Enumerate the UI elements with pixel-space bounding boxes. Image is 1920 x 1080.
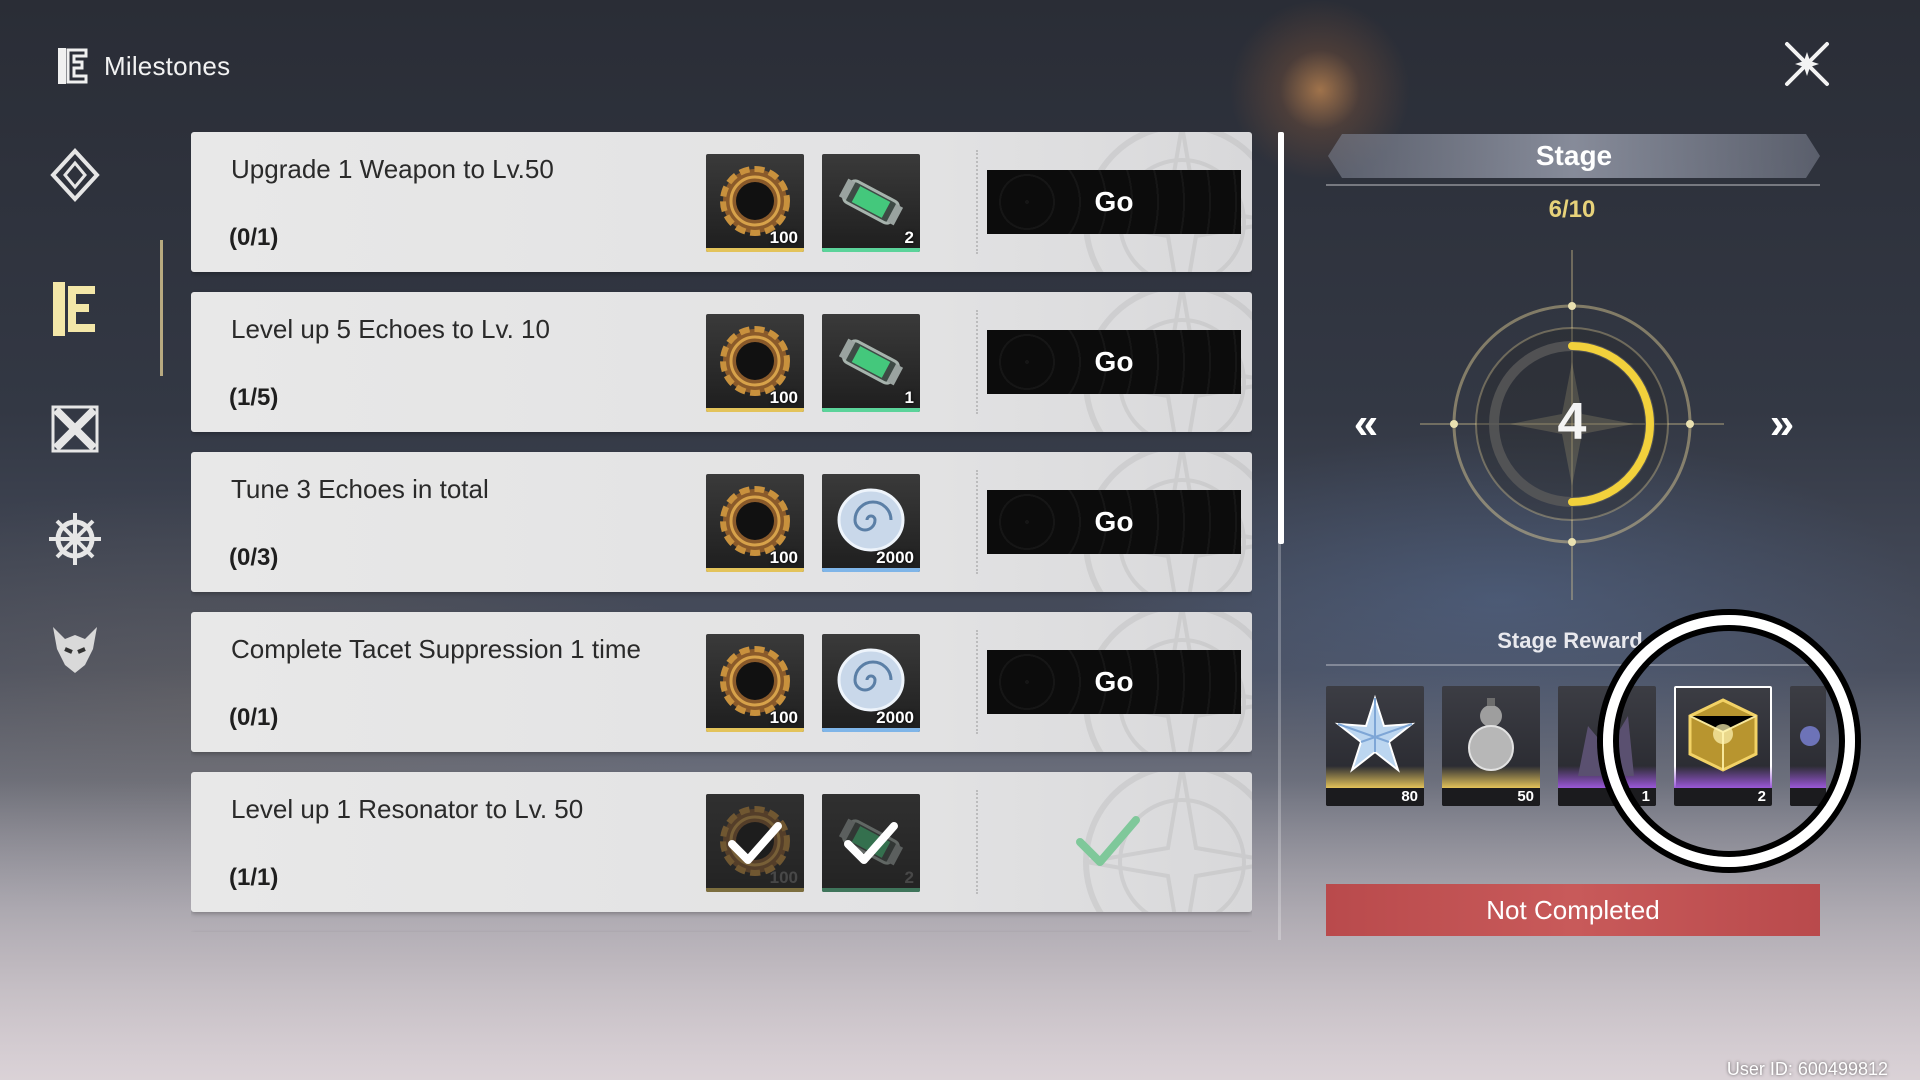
- stage-reward-item[interactable]: [1790, 686, 1826, 806]
- reward-item[interactable]: 100: [706, 314, 804, 412]
- diamond-compass-icon: [50, 148, 100, 202]
- reward-quantity: 2: [1757, 788, 1766, 805]
- milestone-task-card: Upgrade 1 Weapon to Lv.50 (0/1) 100 2 Go: [191, 132, 1252, 272]
- task-title: Level up 5 Echoes to Lv. 10: [231, 314, 550, 344]
- reward-quantity: 1: [1641, 788, 1650, 805]
- close-button[interactable]: [1781, 38, 1833, 90]
- close-icon: [1785, 42, 1829, 86]
- stage-reward-list: 80 50 1 2: [1326, 684, 1826, 810]
- rarity-bar: [706, 568, 804, 572]
- task-progress: (0/3): [229, 544, 279, 571]
- task-progress: (0/1): [229, 224, 279, 251]
- sidebar-active-indicator: [160, 240, 163, 376]
- reward-item[interactable]: 2: [822, 154, 920, 252]
- snowflake-gear-icon: [49, 513, 101, 565]
- user-id-label: User ID: 600499812: [1726, 1059, 1888, 1079]
- divider: [976, 630, 978, 734]
- reward-item[interactable]: 100: [706, 474, 804, 572]
- crossed-x-icon: [51, 405, 99, 453]
- task-progress: (1/5): [229, 384, 279, 411]
- milestone-task-card: Complete Tacet Suppression 1 time (0/1) …: [191, 612, 1252, 752]
- reward-quantity: 1: [904, 388, 914, 407]
- sidebar-item-milestones[interactable]: [40, 274, 110, 344]
- page-title: Milestones: [104, 50, 231, 81]
- go-button[interactable]: Go: [987, 330, 1241, 394]
- reward-quantity: 100: [769, 228, 798, 247]
- sidebar-item-settings[interactable]: [40, 504, 110, 574]
- task-progress: (0/1): [229, 704, 279, 731]
- reward-item[interactable]: 2000: [822, 634, 920, 732]
- stage-reward-item[interactable]: 2: [1674, 686, 1772, 806]
- rarity-bar: [706, 728, 804, 732]
- task-title: Tune 3 Echoes in total: [231, 474, 489, 504]
- rarity-bar: [822, 568, 920, 572]
- completed-check-icon: [1076, 816, 1140, 866]
- milestone-task-card: Level up 5 Echoes to Lv. 10 (1/5) 100 1: [191, 292, 1252, 432]
- reward-quantity: 2: [904, 868, 914, 887]
- divider: [976, 310, 978, 414]
- stage-reward-item[interactable]: 1: [1558, 686, 1656, 806]
- milestone-task-list: Upgrade 1 Weapon to Lv.50 (0/1) 100 2 Go…: [191, 132, 1252, 932]
- rarity-bar: [822, 888, 920, 892]
- stage-count: 6/10: [1548, 196, 1596, 223]
- check-icon: [724, 812, 786, 874]
- demon-mask-icon: [53, 627, 97, 673]
- divider: [976, 150, 978, 254]
- rarity-bar: [706, 888, 804, 892]
- divider: [1326, 184, 1820, 186]
- reward-item[interactable]: 100: [706, 634, 804, 732]
- sidebar-item-boss[interactable]: [40, 614, 110, 684]
- task-progress: (1/1): [229, 864, 279, 891]
- scrollbar-thumb[interactable]: [1278, 132, 1284, 544]
- milestones-icon: [53, 282, 95, 336]
- reward-quantity: 100: [769, 388, 798, 407]
- current-stage-number: 4: [1557, 393, 1587, 451]
- stage-reward-label: Stage Reward: [1497, 628, 1643, 653]
- prev-stage-button[interactable]: «: [1342, 399, 1390, 448]
- rarity-bar: [822, 728, 920, 732]
- task-title: Upgrade 1 Weapon to Lv.50: [231, 154, 554, 184]
- check-icon: [840, 812, 902, 874]
- stage-banner: Stage: [1328, 134, 1820, 178]
- quantity-bar: [1790, 788, 1826, 806]
- divider: [976, 470, 978, 574]
- stage-reward-item[interactable]: 50: [1442, 686, 1540, 806]
- stage-reward-item[interactable]: 80: [1326, 686, 1424, 806]
- reward-item[interactable]: 2000: [822, 474, 920, 572]
- sidebar-item-guide[interactable]: [40, 140, 110, 210]
- reward-quantity: 80: [1401, 788, 1418, 805]
- task-title: Complete Tacet Suppression 1 time: [231, 634, 641, 664]
- divider: [1326, 664, 1820, 666]
- page-header: Milestones: [56, 46, 230, 86]
- reward-item[interactable]: 1: [822, 314, 920, 412]
- reward-item[interactable]: 100: [706, 154, 804, 252]
- go-button[interactable]: Go: [987, 170, 1241, 234]
- reward-quantity: 2000: [876, 548, 914, 567]
- go-button[interactable]: Go: [987, 650, 1241, 714]
- divider: [976, 790, 978, 894]
- stage-title: Stage: [1535, 140, 1613, 171]
- rarity-bar: [822, 408, 920, 412]
- rarity-bar: [822, 248, 920, 252]
- reward-quantity: 2: [904, 228, 914, 247]
- milestone-task-card: Level up 1 Resonator to Lv. 50 (1/1) 100…: [191, 772, 1252, 912]
- milestones-icon: [58, 48, 88, 84]
- milestone-task-card: Tune 3 Echoes in total (0/3) 100 2000 Go: [191, 452, 1252, 592]
- next-stage-button[interactable]: »: [1758, 399, 1806, 448]
- reward-item[interactable]: 100: [706, 794, 804, 892]
- sidebar-item-weapons[interactable]: [40, 394, 110, 464]
- reward-quantity: 100: [769, 548, 798, 567]
- rarity-bar: [706, 408, 804, 412]
- stage-status-bar: Not Completed: [1326, 884, 1820, 936]
- reward-quantity: 100: [769, 708, 798, 727]
- reward-quantity: 50: [1517, 788, 1534, 805]
- go-button[interactable]: Go: [987, 490, 1241, 554]
- rarity-bar: [706, 248, 804, 252]
- reward-quantity: 2000: [876, 708, 914, 727]
- task-title: Level up 1 Resonator to Lv. 50: [231, 794, 584, 824]
- reward-item[interactable]: 2: [822, 794, 920, 892]
